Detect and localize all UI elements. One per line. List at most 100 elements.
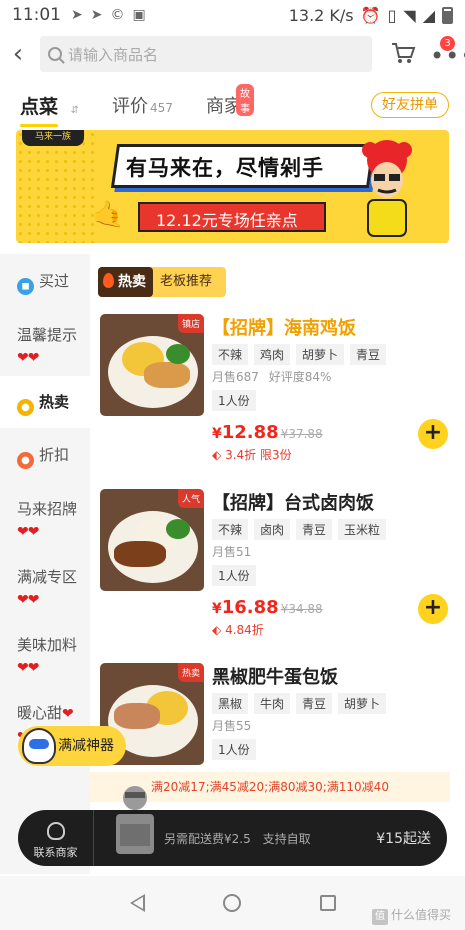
product-tags: 黑椒 牛肉 青豆 胡萝卜 bbox=[212, 693, 387, 714]
product-tag: 青豆 bbox=[296, 693, 333, 714]
vegetable-shape bbox=[166, 344, 190, 364]
braised-pork-shape bbox=[114, 541, 166, 567]
product-card[interactable]: 热卖 黑椒肥牛蛋包饭 黑椒 牛肉 青豆 胡萝卜 月售55 1人份 bbox=[100, 663, 460, 773]
product-tag: 玉米粒 bbox=[338, 519, 387, 540]
group-order-button[interactable]: 好友拼单 bbox=[371, 92, 449, 118]
tab-reviews[interactable]: 评价 457 bbox=[112, 92, 173, 118]
sidebar-item-addons[interactable]: 美味加料 ❤❤ bbox=[0, 634, 80, 679]
category-sidebar: ◼ 买过 温馨提示❤❤ ● 热卖 ● 折扣 马来招牌❤❤ 满减专区❤❤ 美味加料❤❤ … bbox=[0, 254, 90, 874]
banner-slogan: 有马来在，尽情剁手 bbox=[126, 156, 324, 180]
back-button[interactable]: ‹ bbox=[0, 32, 36, 76]
search-placeholder: 请输入商品名 bbox=[68, 45, 159, 64]
min-order-label: ¥15起送 bbox=[376, 831, 431, 847]
sidebar-item-promo-zone[interactable]: 满减专区 ❤❤ bbox=[0, 566, 80, 611]
bag-icon: ◼ bbox=[17, 278, 34, 295]
headset-icon bbox=[47, 822, 65, 840]
cart-icon[interactable] bbox=[390, 40, 416, 66]
product-tag: 青豆 bbox=[350, 344, 387, 365]
sidebar-item-label: 热卖 bbox=[39, 393, 70, 411]
tab-reviews-label: 评价 bbox=[112, 96, 148, 117]
banner-pattern bbox=[16, 130, 96, 243]
contact-merchant-button[interactable]: 联系商家 bbox=[18, 810, 94, 866]
nav-home-icon[interactable] bbox=[223, 894, 241, 912]
original-price: ¥37.88 bbox=[280, 427, 323, 441]
product-tag: 青豆 bbox=[296, 519, 333, 540]
product-tag: 牛肉 bbox=[254, 693, 291, 714]
vegetable-shape bbox=[166, 519, 190, 539]
status-bar: 11:01 ➤ ➤ © ▣ 13.2 K/s ⏰ ▯ ◥ ◢ bbox=[0, 0, 465, 30]
mascot-illustration bbox=[362, 140, 412, 237]
network-speed: 13.2 K/s bbox=[288, 5, 354, 25]
fire-icon bbox=[103, 273, 114, 288]
sidebar-item-notice[interactable]: 温馨提示 ❤❤ bbox=[0, 324, 80, 369]
hot-label-text: 热卖 bbox=[118, 274, 146, 290]
brand-logo: 马来一族 bbox=[22, 130, 84, 146]
hand-icon: 🤙 bbox=[92, 200, 125, 230]
currency-symbol: ¥ bbox=[212, 426, 222, 442]
sidebar-item-signature[interactable]: 马来招牌 ❤❤ bbox=[0, 498, 80, 543]
robot-icon bbox=[22, 728, 56, 764]
add-to-cart-button[interactable]: + bbox=[418, 594, 448, 624]
product-meta: 月售55 bbox=[212, 717, 251, 734]
heart-icon: ❤❤ bbox=[17, 660, 39, 676]
cart-badge: 3 bbox=[440, 36, 455, 51]
heart-icon: ❤❤ bbox=[17, 524, 39, 540]
tab-order[interactable]: 点菜 ⇵ bbox=[20, 92, 79, 119]
sidebar-item-label: 温馨提示 bbox=[17, 326, 78, 344]
product-meta: 月售51 bbox=[212, 543, 251, 560]
product-image[interactable]: 镇店 bbox=[100, 314, 204, 416]
checkout-bar: 联系商家 另需配送费¥2.5 支持自取 ¥15起送 bbox=[18, 786, 447, 866]
nav-back-icon[interactable] bbox=[130, 894, 145, 912]
chicken-shape bbox=[144, 362, 190, 388]
sidebar-item-label: 折扣 bbox=[39, 446, 70, 464]
sidebar-item-bought[interactable]: ◼ 买过 bbox=[0, 270, 90, 295]
price-value: 16.88 bbox=[221, 597, 279, 618]
battery-icon bbox=[442, 6, 453, 24]
product-tag: 胡萝卜 bbox=[296, 344, 345, 365]
watermark-badge: 值 bbox=[372, 909, 388, 925]
product-name: 黑椒肥牛蛋包饭 bbox=[212, 667, 338, 688]
notification-icon: ➤ bbox=[71, 7, 83, 23]
discount-text: 3.4折 限3份 bbox=[225, 448, 292, 462]
review-count: 457 bbox=[150, 101, 173, 115]
discount-info: ⬖ 4.84折 bbox=[212, 621, 264, 638]
delivery-fee: 另需配送费¥2.5 bbox=[164, 832, 251, 846]
serving-size: 1人份 bbox=[212, 739, 256, 760]
watermark-text: 什么值得买 bbox=[391, 908, 452, 922]
sidebar-item-label: 买过 bbox=[39, 272, 70, 290]
product-name: 【招牌】海南鸡饭 bbox=[212, 318, 356, 339]
boss-recommend-label: 老板推荐 bbox=[160, 274, 213, 289]
add-to-cart-button[interactable]: + bbox=[418, 419, 448, 449]
sidebar-item-discount[interactable]: ● 折扣 bbox=[0, 444, 90, 469]
product-price: ¥12.88 ¥37.88 bbox=[212, 422, 323, 443]
product-image[interactable]: 人气 bbox=[100, 489, 204, 591]
fire-icon: ● bbox=[17, 399, 34, 416]
tab-order-label: 点菜 bbox=[20, 95, 59, 118]
delivery-info: 另需配送费¥2.5 支持自取 bbox=[164, 830, 319, 847]
product-price: ¥16.88 ¥34.88 bbox=[212, 597, 323, 618]
banner-promo: 12.12元专场任亲点 bbox=[156, 211, 298, 230]
section-hot-header: 热卖 老板推荐 bbox=[98, 267, 226, 297]
product-card[interactable]: 镇店 【招牌】海南鸡饭 不辣 鸡肉 胡萝卜 青豆 月售687 好评度84% 1人… bbox=[100, 314, 460, 474]
monthly-sales: 月售55 bbox=[212, 719, 252, 733]
signal-icon: ◢ bbox=[422, 5, 435, 25]
tab-merchant[interactable]: 商家 故事 bbox=[206, 84, 254, 118]
serving-size: 1人份 bbox=[212, 390, 256, 411]
product-tag: 卤肉 bbox=[254, 519, 291, 540]
sidebar-item-hot[interactable]: ● 热卖 bbox=[0, 376, 90, 428]
notification-icon: ➤ bbox=[90, 7, 103, 23]
pickup-info: 支持自取 bbox=[262, 832, 311, 846]
watermark: 值什么值得买 bbox=[372, 906, 451, 925]
discount-info: ⬖ 3.4折 限3份 bbox=[212, 446, 292, 463]
search-input[interactable]: 请输入商品名 bbox=[40, 36, 372, 72]
rating: 好评度84% bbox=[268, 370, 332, 384]
beef-shape bbox=[114, 703, 160, 729]
nav-recent-icon[interactable] bbox=[320, 895, 336, 911]
empty-cart-icon[interactable] bbox=[110, 784, 160, 858]
alarm-icon: ⏰ bbox=[360, 5, 381, 25]
discount-tool-button[interactable]: 满减神器 bbox=[18, 726, 126, 766]
product-name: 【招牌】台式卤肉饭 bbox=[212, 493, 374, 514]
promo-banner[interactable]: 马来一族 有马来在，尽情剁手 12.12元专场任亲点 🤙 bbox=[16, 130, 449, 243]
story-badge: 故事 bbox=[236, 84, 254, 116]
product-card[interactable]: 人气 【招牌】台式卤肉饭 不辣 卤肉 青豆 玉米粒 月售51 1人份 ¥16.8… bbox=[100, 489, 460, 649]
